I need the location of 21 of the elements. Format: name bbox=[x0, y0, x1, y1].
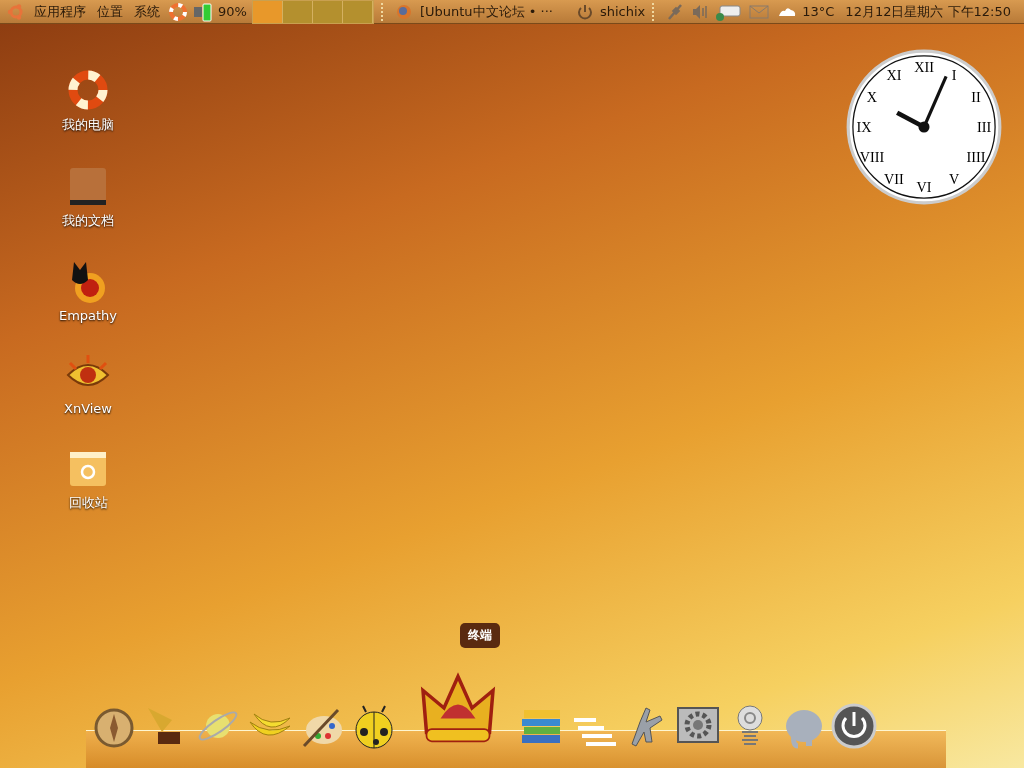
desktop-icon-label[interactable]: 我的电脑 bbox=[62, 116, 114, 134]
dock-tooltip: 终端 bbox=[460, 623, 500, 648]
analog-clock-drawing: XII XI I X II IX III VIII IIII VII V VI bbox=[845, 48, 1003, 206]
workspace-switcher-item[interactable] bbox=[252, 0, 283, 23]
user-name[interactable]: shichix bbox=[599, 4, 646, 19]
battery-percent: 90% bbox=[218, 4, 247, 19]
desktop-icon-label[interactable]: XnView bbox=[64, 401, 112, 416]
workspace-switcher-item[interactable] bbox=[342, 0, 373, 23]
panel-menu[interactable]: 系统 bbox=[131, 2, 163, 21]
panel-menu[interactable]: 应用程序 bbox=[31, 2, 89, 21]
temperature[interactable]: 13°C bbox=[802, 4, 835, 19]
desktop-icon-label[interactable]: 我的文档 bbox=[62, 212, 114, 230]
panel-menu[interactable]: 位置 bbox=[94, 2, 126, 21]
date-time[interactable]: 12月12日星期六 下午12:50 bbox=[845, 2, 1012, 21]
workspace-switcher-item[interactable] bbox=[282, 0, 313, 23]
taskbar-button[interactable]: [Ubuntu中文论坛 • ··· bbox=[393, 1, 564, 22]
lifebuoy-icon[interactable] bbox=[168, 1, 188, 22]
desktop-icon-label[interactable]: Empathy bbox=[58, 308, 118, 323]
battery-icon[interactable] bbox=[193, 1, 213, 22]
power-icon[interactable] bbox=[830, 702, 878, 750]
workspace-switcher-item[interactable] bbox=[312, 0, 343, 23]
